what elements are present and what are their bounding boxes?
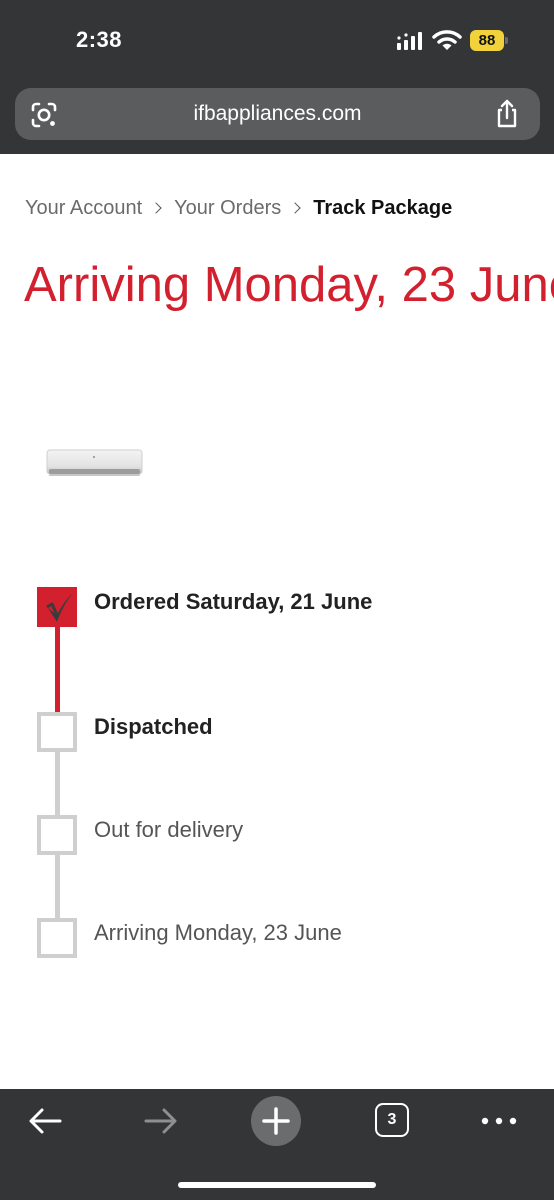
- battery-tip: [505, 37, 508, 44]
- page-title: Arriving Monday, 23 June: [24, 258, 554, 312]
- product-image[interactable]: [46, 448, 143, 479]
- breadcrumb-current: Track Package: [313, 196, 453, 219]
- tab-switcher-button[interactable]: 3: [375, 1103, 409, 1137]
- breadcrumb-your-account[interactable]: Your Account: [25, 197, 142, 220]
- plus-icon: [262, 1107, 290, 1135]
- browser-top-chrome: 2:38 88 ifbappliances.com: [0, 0, 554, 154]
- status-time: 2:38: [76, 27, 123, 52]
- battery-level: 88: [478, 32, 496, 49]
- timeline-line: [55, 751, 60, 817]
- new-tab-button[interactable]: [251, 1096, 301, 1146]
- url-text[interactable]: ifbappliances.com: [15, 88, 540, 140]
- timeline-line: [55, 853, 60, 919]
- step-label-dispatched: Dispatched: [94, 714, 213, 739]
- step-label-out-for-delivery: Out for delivery: [94, 817, 244, 842]
- more-dots-icon[interactable]: [480, 1106, 518, 1136]
- step-checkbox-out-for-delivery: [37, 815, 77, 855]
- check-icon: [46, 593, 73, 622]
- breadcrumb: Your Account Your Orders Track Package: [25, 194, 452, 222]
- timeline-progress-line: [55, 626, 60, 712]
- arrow-left-icon[interactable]: [26, 1106, 64, 1136]
- cellular-signal-icon: [397, 32, 422, 50]
- breadcrumb-your-orders[interactable]: Your Orders: [174, 197, 281, 220]
- step-checkbox-arriving: [37, 918, 77, 958]
- wifi-icon: [432, 30, 462, 50]
- chevron-right-icon: [150, 202, 162, 214]
- home-indicator: [178, 1182, 376, 1188]
- chevron-right-icon: [289, 202, 301, 214]
- step-label-ordered: Ordered Saturday, 21 June: [94, 589, 373, 614]
- arrow-right-icon[interactable]: [142, 1106, 180, 1136]
- step-checkbox-dispatched: [37, 712, 77, 752]
- battery-indicator: 88: [470, 30, 508, 51]
- address-bar[interactable]: ifbappliances.com: [15, 88, 540, 140]
- step-label-arriving: Arriving Monday, 23 June: [94, 920, 342, 945]
- share-icon[interactable]: [493, 99, 521, 129]
- step-checkbox-ordered: [37, 587, 77, 627]
